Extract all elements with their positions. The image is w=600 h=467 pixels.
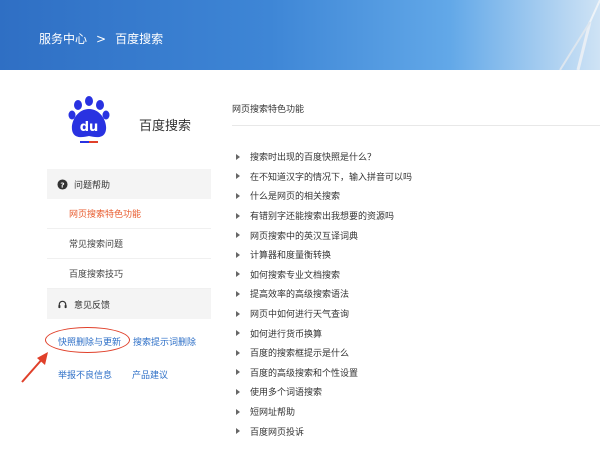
sidebar-item-common-questions[interactable]: 常见搜索问题: [47, 229, 211, 259]
faq-item-label: 在不知道汉字的情况下，输入拼音可以吗: [250, 172, 413, 183]
faq-item[interactable]: 什么是网页的相关搜索: [232, 186, 600, 206]
faq-item[interactable]: 有错别字还能搜索出我想要的资源吗: [232, 206, 600, 226]
faq-item[interactable]: 如何进行货币换算: [232, 323, 600, 343]
faq-item-label: 网页搜索中的英汉互译词典: [250, 231, 359, 242]
sidebar-item-search-tips[interactable]: 百度搜索技巧: [47, 259, 211, 289]
bullet-triangle-icon: [236, 271, 240, 278]
svg-text:du: du: [80, 120, 99, 135]
faq-item-label: 搜索时出现的百度快照是什么？: [250, 153, 377, 164]
feedback-heading-label: 意见反馈: [74, 300, 111, 311]
product-name: 百度搜索: [139, 119, 192, 134]
faq-item-label: 如何进行货币换算: [250, 329, 323, 340]
help-section-heading: ? 问题帮助: [47, 169, 211, 199]
bullet-triangle-icon: [236, 212, 240, 219]
help-heading-label: 问题帮助: [74, 180, 111, 191]
main-content: 网页搜索特色功能 搜索时出现的百度快照是什么？ 在不知道汉字的情况下，输入拼音可…: [232, 102, 600, 438]
bullet-triangle-icon: [236, 408, 240, 415]
faq-list: 搜索时出现的百度快照是什么？ 在不知道汉字的情况下，输入拼音可以吗 什么是网页的…: [232, 147, 600, 441]
highlight-circle-annotation: [45, 327, 130, 353]
baidu-logo: du: [64, 95, 114, 145]
product-suggestion-link[interactable]: 产品建议: [132, 368, 168, 381]
faq-item[interactable]: 百度网页投诉: [232, 421, 600, 441]
bullet-triangle-icon: [236, 310, 240, 317]
other-links: 举报不良信息 产品建议: [47, 368, 217, 382]
faq-item[interactable]: 如何搜索专业文档搜索: [232, 265, 600, 285]
faq-item-label: 短网址帮助: [250, 408, 296, 419]
faq-item-label: 有错别字还能搜索出我想要的资源吗: [250, 212, 395, 223]
bullet-triangle-icon: [236, 349, 240, 356]
red-arrow-annotation-icon: [21, 352, 48, 383]
sidebar-item-features[interactable]: 网页搜索特色功能: [47, 199, 211, 229]
header-banner: 服务中心 > 百度搜索: [0, 0, 600, 70]
faq-item-label: 计算器和度量衡转换: [250, 251, 332, 262]
faq-item[interactable]: 百度的高级搜索和个性设置: [232, 363, 600, 383]
faq-item-label: 网页中如何进行天气查询: [250, 310, 350, 321]
bullet-triangle-icon: [236, 369, 240, 376]
breadcrumb-current: 百度搜索: [115, 32, 164, 46]
headset-icon: [58, 300, 67, 308]
search-suggestion-delete-link[interactable]: 搜索提示词删除: [133, 335, 196, 348]
report-bad-info-link[interactable]: 举报不良信息: [58, 368, 112, 381]
faq-item[interactable]: 使用多个词语搜索: [232, 382, 600, 402]
paw-logo-icon: du: [68, 96, 110, 143]
sidebar: ? 问题帮助 网页搜索特色功能 常见搜索问题 百度搜索技巧 意见反馈: [47, 169, 211, 319]
faq-item-label: 使用多个词语搜索: [250, 388, 323, 399]
faq-item-label: 百度的高级搜索和个性设置: [250, 368, 359, 379]
feedback-section-heading: 意见反馈: [47, 289, 211, 319]
faq-item-label: 百度的搜索框提示是什么: [250, 349, 350, 360]
faq-item[interactable]: 网页搜索中的英汉互译词典: [232, 225, 600, 245]
bullet-triangle-icon: [236, 330, 240, 337]
breadcrumb: 服务中心 > 百度搜索: [39, 30, 163, 47]
bullet-triangle-icon: [236, 232, 240, 239]
faq-item[interactable]: 计算器和度量衡转换: [232, 245, 600, 265]
content-title: 网页搜索特色功能: [232, 102, 600, 126]
bullet-triangle-icon: [236, 251, 240, 258]
windmill-illustration: [559, 0, 600, 70]
faq-item-label: 如何搜索专业文档搜索: [250, 270, 341, 281]
faq-item[interactable]: 搜索时出现的百度快照是什么？: [232, 147, 600, 167]
faq-item[interactable]: 网页中如何进行天气查询: [232, 304, 600, 324]
bullet-triangle-icon: [236, 153, 240, 160]
bullet-triangle-icon: [236, 192, 240, 199]
faq-item-label: 百度网页投诉: [250, 427, 305, 438]
faq-item[interactable]: 百度的搜索框提示是什么: [232, 343, 600, 363]
question-icon: ?: [57, 178, 68, 190]
svg-text:?: ?: [60, 180, 64, 189]
faq-item-label: 什么是网页的相关搜索: [250, 192, 341, 203]
faq-item[interactable]: 在不知道汉字的情况下，输入拼音可以吗: [232, 167, 600, 187]
bullet-triangle-icon: [236, 290, 240, 297]
bullet-triangle-icon: [236, 428, 240, 435]
breadcrumb-separator: >: [96, 32, 107, 46]
breadcrumb-home[interactable]: 服务中心: [39, 30, 87, 47]
bullet-triangle-icon: [236, 173, 240, 180]
faq-item[interactable]: 提高效率的高级搜索语法: [232, 284, 600, 304]
faq-item-label: 提高效率的高级搜索语法: [250, 290, 350, 301]
faq-item[interactable]: 短网址帮助: [232, 402, 600, 422]
bullet-triangle-icon: [236, 388, 240, 395]
